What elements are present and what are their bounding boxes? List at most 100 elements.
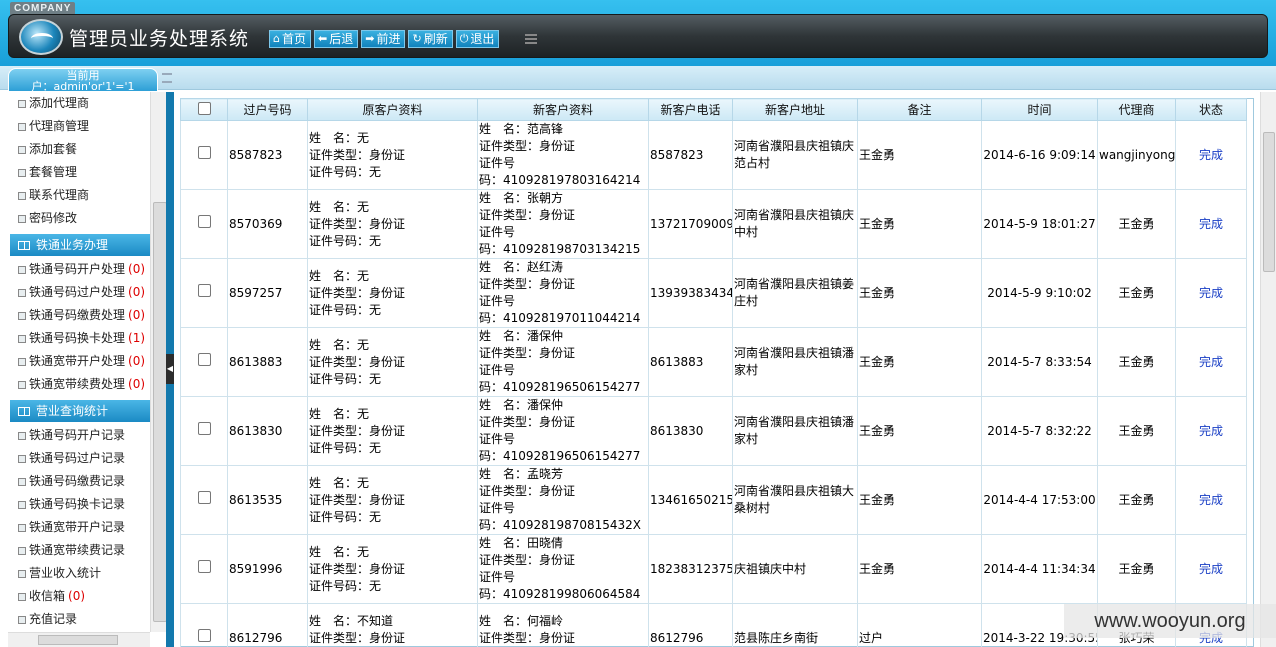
info-line: 证件类型：身份证 bbox=[309, 630, 406, 645]
time-cell: 2014-6-16 9:09:14 bbox=[981, 120, 1098, 190]
row-checkbox[interactable] bbox=[197, 560, 211, 573]
nav-button-4[interactable]: ⏻ 退出 bbox=[455, 30, 500, 48]
new-customer-cell: 姓 名：赵红涛 证件类型：身份证 证件号 码：410928197011044214 bbox=[477, 258, 649, 328]
row-checkbox[interactable] bbox=[197, 491, 211, 504]
sidebar-item[interactable]: 铁通号码开户处理 (0) bbox=[8, 258, 150, 281]
column-header: 新客户资料 bbox=[477, 98, 649, 121]
address-cell: 河南省濮阳县庆祖镇庆范占村 bbox=[732, 120, 858, 190]
time-cell: 2014-5-9 18:01:27 bbox=[981, 189, 1098, 259]
info-line: 姓 名：无 bbox=[309, 406, 370, 421]
main-vertical-scrollbar[interactable] bbox=[1260, 92, 1276, 647]
sidebar-item[interactable]: 联系代理商 bbox=[8, 184, 150, 207]
agent-cell: 王金勇 bbox=[1097, 327, 1176, 397]
info-line: 姓 名：张朝方 bbox=[479, 191, 564, 205]
sidebar-item-label: 铁通号码缴费记录 bbox=[29, 474, 126, 488]
row-checkbox[interactable] bbox=[197, 422, 211, 435]
sidebar-item[interactable]: 铁通号码换卡处理 (1) bbox=[8, 327, 150, 350]
phone-cell: 18238312375 bbox=[648, 534, 733, 604]
status-link[interactable]: 完成 bbox=[1175, 534, 1247, 604]
info-line: 证件类型：身份证 bbox=[479, 484, 576, 498]
sidebar-item[interactable]: 铁通号码换卡记录 bbox=[8, 493, 150, 516]
status-link[interactable]: 完成 bbox=[1175, 189, 1247, 259]
sidebar-item[interactable]: 铁通号码缴费处理 (0) bbox=[8, 304, 150, 327]
app-title: 管理员业务处理系统 bbox=[69, 28, 250, 50]
sidebar-item-label: 铁通号码开户记录 bbox=[29, 428, 126, 442]
status-link[interactable]: 完成 bbox=[1175, 396, 1247, 466]
status-link[interactable]: 完成 bbox=[1175, 120, 1247, 190]
note-cell: 王金勇 bbox=[857, 120, 982, 190]
info-line: 证件类型：身份证 bbox=[309, 285, 406, 300]
phone-cell: 8613883 bbox=[648, 327, 733, 397]
nav-button-3[interactable]: ↻ 刷新 bbox=[408, 30, 453, 48]
info-line: 姓 名：无 bbox=[309, 544, 370, 559]
sidebar-item[interactable]: 铁通宽带续费记录 bbox=[8, 539, 150, 562]
note-cell: 王金勇 bbox=[857, 189, 982, 259]
sidebar-group-header[interactable]: 营业查询统计 bbox=[10, 400, 150, 422]
info-line: 证件类型：身份证 bbox=[479, 553, 576, 567]
menu-item-icon bbox=[18, 191, 26, 200]
sidebar-item[interactable]: 代理商管理 bbox=[8, 115, 150, 138]
row-checkbox[interactable] bbox=[197, 215, 211, 228]
sidebar-item[interactable]: 铁通号码过户处理 (0) bbox=[8, 281, 150, 304]
info-line: 证件号码：无 bbox=[309, 164, 382, 179]
transfer-number-cell: 8591996 bbox=[227, 534, 308, 604]
info-line: 证件号码：无 bbox=[309, 233, 382, 248]
scrollbar-thumb[interactable] bbox=[153, 202, 167, 622]
sidebar-item[interactable]: 充值记录 bbox=[8, 608, 150, 631]
status-link[interactable]: 完成 bbox=[1175, 258, 1247, 328]
menu-item-icon bbox=[18, 431, 26, 440]
nav-button-1[interactable]: ⬅ 后退 bbox=[314, 30, 359, 48]
sidebar-item[interactable]: 营业收入统计 bbox=[8, 562, 150, 585]
sidebar-item[interactable]: 套餐管理 bbox=[8, 161, 150, 184]
sidebar-item[interactable]: 密码修改 bbox=[8, 207, 150, 230]
sidebar-item[interactable]: 铁通号码开户记录 bbox=[8, 424, 150, 447]
row-checkbox[interactable] bbox=[197, 629, 211, 642]
sidebar-item[interactable]: 铁通号码缴费记录 bbox=[8, 470, 150, 493]
status-link[interactable]: 完成 bbox=[1175, 465, 1247, 535]
transfer-number-cell: 8613883 bbox=[227, 327, 308, 397]
sidebar-item[interactable]: 收信箱 (0) bbox=[8, 585, 150, 608]
agent-cell: 王金勇 bbox=[1097, 189, 1176, 259]
menu-grip-icon[interactable] bbox=[525, 34, 537, 44]
menu-item-icon bbox=[18, 122, 26, 131]
nav-button-0[interactable]: ⌂ 首页 bbox=[269, 30, 311, 48]
select-cell bbox=[180, 189, 228, 259]
sidebar-item[interactable]: 铁通号码过户记录 bbox=[8, 447, 150, 470]
row-checkbox[interactable] bbox=[197, 146, 211, 159]
menu-item-icon bbox=[18, 615, 26, 624]
scrollbar-thumb[interactable] bbox=[1263, 132, 1275, 272]
phone-cell: 13721709009 bbox=[648, 189, 733, 259]
row-checkbox[interactable] bbox=[197, 353, 211, 366]
sidebar-group-title: 营业查询统计 bbox=[36, 404, 109, 418]
status-link[interactable]: 完成 bbox=[1175, 327, 1247, 397]
row-checkbox[interactable] bbox=[197, 284, 211, 297]
sidebar-item[interactable]: 铁通宽带开户处理 (0) bbox=[8, 350, 150, 373]
info-line: 码：410928198703134215 bbox=[479, 242, 641, 256]
info-line: 码：41092819870815432X bbox=[479, 518, 642, 532]
info-line: 证件号码：无 bbox=[309, 302, 382, 317]
sidebar-item[interactable]: 添加套餐 bbox=[8, 138, 150, 161]
info-line: 证件类型：身份证 bbox=[479, 139, 576, 153]
collapse-sidebar-icon[interactable]: ◀ bbox=[166, 354, 174, 384]
info-line: 证件号 bbox=[479, 225, 516, 239]
sidebar-horizontal-scrollbar[interactable] bbox=[8, 632, 150, 647]
sidebar-item[interactable]: 铁通宽带开户记录 bbox=[8, 516, 150, 539]
sidebar-item[interactable]: 添加代理商 bbox=[8, 92, 150, 115]
info-line: 姓 名：范高锋 bbox=[479, 122, 564, 136]
sidebar-item-label: 套餐管理 bbox=[29, 165, 78, 179]
sidebar-group-header[interactable]: 铁通业务办理 bbox=[10, 234, 150, 256]
new-customer-cell: 姓 名：何福岭证件类型：身份证证件号 bbox=[477, 603, 649, 647]
info-line: 证件号 bbox=[479, 156, 516, 170]
sidebar-menu: 添加代理商 代理商管理 添加套餐套餐管理联系代理商 密码修改铁通业务办理 铁通号码开户处… bbox=[8, 92, 150, 632]
nav-button-2[interactable]: ➡ 前进 bbox=[361, 30, 406, 48]
column-header: 代理商 bbox=[1097, 98, 1176, 121]
grip-icon[interactable] bbox=[162, 73, 172, 83]
sidebar-splitter[interactable]: ◀ bbox=[166, 92, 174, 647]
scrollbar-thumb[interactable] bbox=[38, 635, 118, 645]
info-line: 证件类型：身份证 bbox=[479, 415, 576, 429]
sidebar-item[interactable]: 铁通宽带续费处理 (0) bbox=[8, 373, 150, 396]
logo-icon bbox=[19, 19, 63, 55]
transfer-number-cell: 8612796 bbox=[227, 603, 308, 647]
menu-item-icon bbox=[18, 288, 26, 297]
select-all-checkbox[interactable] bbox=[197, 101, 211, 115]
